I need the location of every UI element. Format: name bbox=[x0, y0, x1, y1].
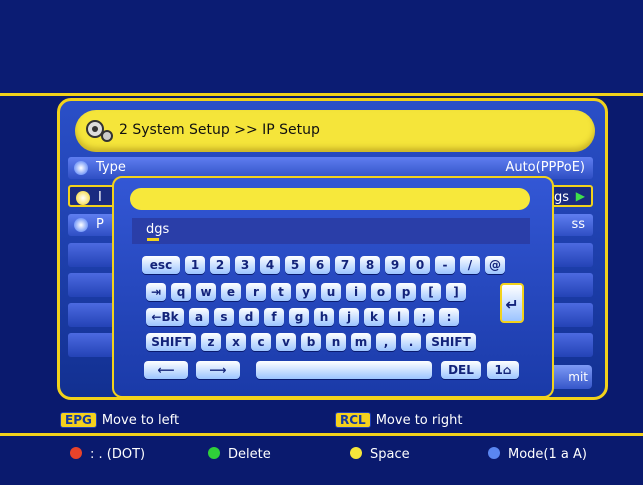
blue-button-icon bbox=[488, 447, 500, 459]
key-1-7[interactable]: u bbox=[321, 283, 341, 301]
key-1-1[interactable]: q bbox=[171, 283, 191, 301]
hint-rcl: RCL Move to right bbox=[335, 412, 462, 428]
key-2-9[interactable]: l bbox=[389, 308, 409, 326]
key-4-4[interactable]: 1⌂ bbox=[487, 361, 519, 379]
title-bar: 2 System Setup >> IP Setup bbox=[75, 110, 595, 152]
key-2-11[interactable]: : bbox=[439, 308, 459, 326]
key-1-3[interactable]: e bbox=[221, 283, 241, 301]
key-3-0[interactable]: SHIFT bbox=[146, 333, 196, 351]
key-1-0[interactable]: ⇥ bbox=[146, 283, 166, 301]
row-label: I bbox=[98, 190, 102, 205]
key-1-8[interactable]: i bbox=[346, 283, 366, 301]
key-2-1[interactable]: a bbox=[189, 308, 209, 326]
legend-blue: Mode(1 a A) bbox=[488, 447, 587, 462]
key-3-6[interactable]: n bbox=[326, 333, 346, 351]
top-band bbox=[0, 0, 643, 94]
hint-text: Move to left bbox=[101, 413, 180, 428]
key-0-1[interactable]: 1 bbox=[185, 256, 205, 274]
key-0-0[interactable]: esc bbox=[142, 256, 180, 274]
row-value: ss bbox=[571, 217, 585, 232]
key-3-8[interactable]: , bbox=[376, 333, 396, 351]
key-3-2[interactable]: x bbox=[226, 333, 246, 351]
row-value: gs bbox=[553, 190, 569, 205]
yellow-bullet-icon bbox=[76, 191, 90, 205]
key-1-2[interactable]: w bbox=[196, 283, 216, 301]
hint-epg: EPG Move to left bbox=[60, 412, 179, 428]
space-key[interactable] bbox=[256, 361, 432, 379]
key-0-3[interactable]: 3 bbox=[235, 256, 255, 274]
key-0-5[interactable]: 5 bbox=[285, 256, 305, 274]
key-0-13[interactable]: @ bbox=[485, 256, 505, 274]
text-cursor bbox=[147, 238, 159, 241]
keyboard-input-bar[interactable] bbox=[130, 188, 530, 210]
key-2-7[interactable]: j bbox=[339, 308, 359, 326]
menu-number: 2 bbox=[119, 122, 128, 138]
legend-text: Mode(1 a A) bbox=[508, 447, 587, 462]
row-label: P bbox=[96, 217, 104, 232]
key-0-10[interactable]: 0 bbox=[410, 256, 430, 274]
legend-yellow: Space bbox=[350, 447, 410, 462]
legend-red: : . (DOT) bbox=[70, 447, 145, 462]
key-1-12[interactable]: ] bbox=[446, 283, 466, 301]
key-0-6[interactable]: 6 bbox=[310, 256, 330, 274]
key-1-6[interactable]: y bbox=[296, 283, 316, 301]
key-2-4[interactable]: f bbox=[264, 308, 284, 326]
key-3-7[interactable]: m bbox=[351, 333, 371, 351]
key-3-4[interactable]: v bbox=[276, 333, 296, 351]
red-button-icon bbox=[70, 447, 82, 459]
rcl-badge: RCL bbox=[335, 412, 371, 428]
key-3-1[interactable]: z bbox=[201, 333, 221, 351]
key-2-2[interactable]: s bbox=[214, 308, 234, 326]
typed-text: dgs bbox=[146, 222, 170, 237]
legend-text: Delete bbox=[228, 447, 271, 462]
bottom-divider bbox=[0, 433, 643, 436]
row-value: Auto(PPPoE) bbox=[505, 160, 585, 175]
key-4-1[interactable]: ⟶ bbox=[196, 361, 240, 379]
key-2-6[interactable]: h bbox=[314, 308, 334, 326]
key-0-9[interactable]: 9 bbox=[385, 256, 405, 274]
key-0-12[interactable]: / bbox=[460, 256, 480, 274]
breadcrumb: System Setup >> IP Setup bbox=[132, 122, 320, 138]
key-1-9[interactable]: o bbox=[371, 283, 391, 301]
hint-text: Move to right bbox=[375, 413, 463, 428]
key-3-5[interactable]: b bbox=[301, 333, 321, 351]
key-1-10[interactable]: p bbox=[396, 283, 416, 301]
key-0-8[interactable]: 8 bbox=[360, 256, 380, 274]
key-2-3[interactable]: d bbox=[239, 308, 259, 326]
key-3-10[interactable]: SHIFT bbox=[426, 333, 476, 351]
blue-bullet-icon bbox=[74, 161, 88, 175]
blue-bullet-icon bbox=[74, 218, 88, 232]
play-arrow-icon: ▶ bbox=[575, 189, 585, 203]
enter-key[interactable]: ↵ bbox=[500, 283, 524, 323]
key-0-11[interactable]: - bbox=[435, 256, 455, 274]
key-1-11[interactable]: [ bbox=[421, 283, 441, 301]
key-4-0[interactable]: ⟵ bbox=[144, 361, 188, 379]
green-button-icon bbox=[208, 447, 220, 459]
key-2-5[interactable]: g bbox=[289, 308, 309, 326]
key-2-8[interactable]: k bbox=[364, 308, 384, 326]
key-1-4[interactable]: r bbox=[246, 283, 266, 301]
key-3-3[interactable]: c bbox=[251, 333, 271, 351]
key-2-0[interactable]: ←Bk bbox=[146, 308, 184, 326]
submit-button[interactable]: mit bbox=[548, 365, 592, 389]
key-1-5[interactable]: t bbox=[271, 283, 291, 301]
legend-green: Delete bbox=[208, 447, 271, 462]
epg-badge: EPG bbox=[60, 412, 97, 428]
key-2-10[interactable]: ; bbox=[414, 308, 434, 326]
key-0-2[interactable]: 2 bbox=[210, 256, 230, 274]
legend-text: : . (DOT) bbox=[90, 447, 146, 462]
legend-text: Space bbox=[370, 447, 410, 462]
key-4-3[interactable]: DEL bbox=[441, 361, 481, 379]
yellow-button-icon bbox=[350, 447, 362, 459]
gears-icon bbox=[86, 120, 113, 142]
key-0-4[interactable]: 4 bbox=[260, 256, 280, 274]
row-label: Type bbox=[96, 160, 126, 175]
keyboard-text-field[interactable]: dgs bbox=[132, 218, 530, 244]
top-divider bbox=[0, 93, 643, 96]
key-0-7[interactable]: 7 bbox=[335, 256, 355, 274]
key-3-9[interactable]: . bbox=[401, 333, 421, 351]
page-title: 2 System Setup >> IP Setup bbox=[119, 122, 320, 138]
